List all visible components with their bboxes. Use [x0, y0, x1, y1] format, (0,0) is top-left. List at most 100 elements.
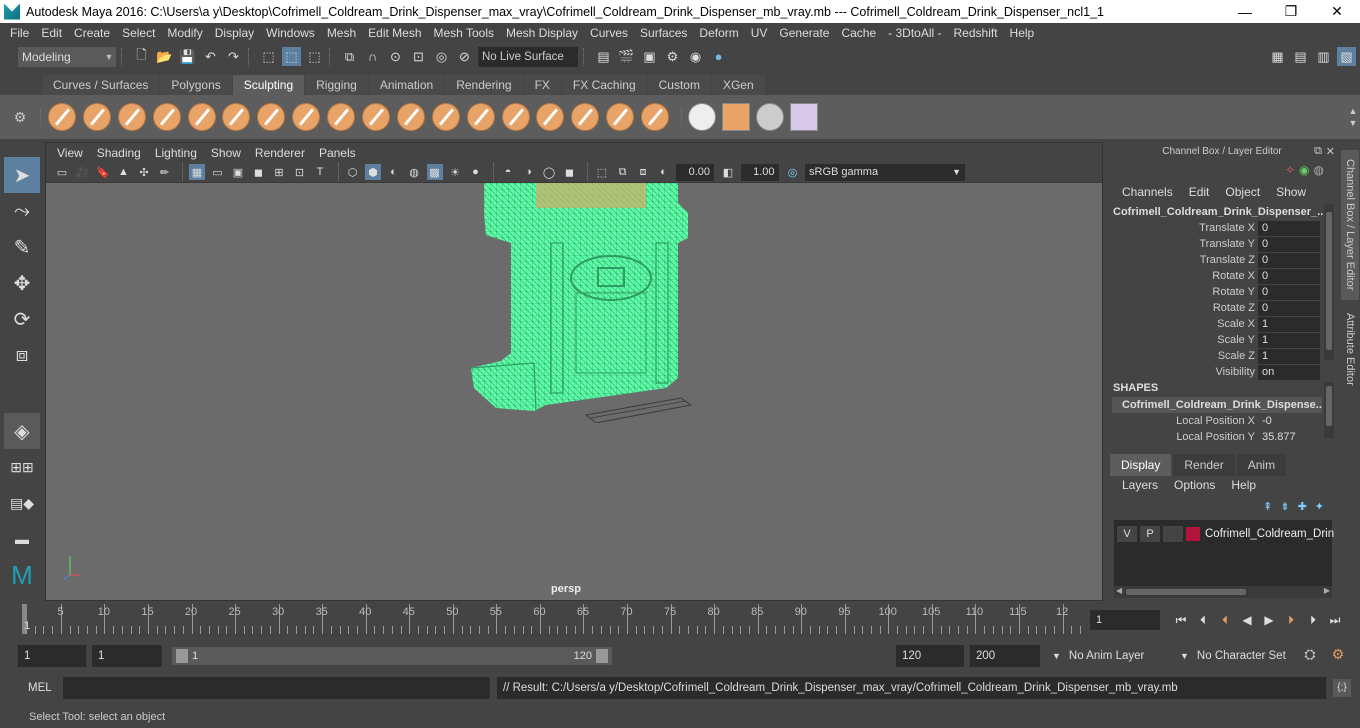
channel-value-field[interactable]: 0 [1258, 220, 1320, 236]
channel-scrollbar[interactable] [1324, 204, 1334, 360]
new-scene-icon[interactable]: 🗋 [132, 47, 151, 66]
snap-view-icon[interactable]: ⊡ [409, 47, 428, 66]
layer-menu-help[interactable]: Help [1223, 478, 1264, 492]
snap-curve-icon[interactable]: ∩ [363, 47, 382, 66]
viewport-menu-view[interactable]: View [50, 146, 90, 160]
channel-value-field[interactable]: 1 [1258, 348, 1320, 364]
channel-value[interactable]: 35.877 [1258, 431, 1320, 443]
rotate-tool-icon[interactable]: ⟳ [4, 301, 40, 337]
render-frame-icon[interactable]: 🎬 [617, 47, 636, 66]
speed-icon[interactable]: ◉ [1299, 163, 1309, 177]
shape-name[interactable]: Cofrimell_Coldream_Drink_Dispense... [1112, 397, 1322, 413]
channel-menu-channels[interactable]: Channels [1114, 185, 1181, 199]
gamma-field[interactable]: 1.00 [740, 163, 779, 181]
toggle-channel-box-icon[interactable]: ▧ [1337, 47, 1356, 66]
viewport-menu-renderer[interactable]: Renderer [248, 146, 312, 160]
snap-live-icon[interactable]: ⊘ [455, 47, 474, 66]
menu-windows[interactable]: Windows [260, 26, 321, 40]
repeat-tool-icon[interactable] [327, 103, 356, 131]
step-forward-key-icon[interactable]: ⏵ [1280, 610, 1302, 630]
menu-mesh-tools[interactable]: Mesh Tools [428, 26, 500, 40]
menu-display[interactable]: Display [209, 26, 260, 40]
channel-value-field[interactable]: 1 [1258, 332, 1320, 348]
playback-start-field[interactable]: 1 [92, 645, 162, 667]
command-input[interactable] [63, 677, 490, 699]
channel-value-field[interactable]: 1 [1258, 316, 1320, 332]
dispenser-wireframe-mesh[interactable] [466, 183, 726, 423]
xray-icon[interactable]: ◍ [406, 164, 422, 180]
relax-tool-icon[interactable] [117, 103, 146, 131]
knife-tool-icon[interactable] [501, 103, 530, 131]
scroll-left-icon[interactable]: ◀ [1116, 586, 1122, 595]
scrape-tool-icon[interactable] [431, 103, 460, 131]
render-history-icon[interactable]: ▤ [594, 47, 613, 66]
xray-joints-icon[interactable]: ⧉ [615, 164, 631, 180]
menu-edit-mesh[interactable]: Edit Mesh [362, 26, 427, 40]
channel-menu-edit[interactable]: Edit [1181, 185, 1218, 199]
uv-layout-icon[interactable] [722, 103, 751, 131]
shape-channel-row-local-position-x[interactable]: Local Position X -0 [1106, 413, 1324, 429]
menu-mesh-display[interactable]: Mesh Display [500, 26, 584, 40]
animation-end-field[interactable]: 200 [970, 645, 1040, 667]
render-settings-icon[interactable]: ⚙ [663, 47, 682, 66]
play-backwards-icon[interactable]: ◀ [1236, 610, 1258, 630]
select-tool-icon[interactable]: ➤ [4, 157, 40, 193]
viewport-panel[interactable]: View Shading Lighting Show Renderer Panels ▭ … [45, 142, 1103, 601]
viewport-menu-shading[interactable]: Shading [90, 146, 148, 160]
ambient-occlusion-icon[interactable]: ◓ [500, 164, 516, 180]
four-view-icon[interactable]: ⊞⊞ [4, 449, 40, 485]
shelf-tab-polygons[interactable]: Polygons [160, 75, 232, 95]
channel-row-translate-z[interactable]: Translate Z0 [1106, 252, 1324, 268]
play-forwards-icon[interactable]: ▶ [1258, 610, 1280, 630]
color-management-icon[interactable]: ◎ [785, 164, 801, 180]
motion-blur-icon[interactable]: ◑ [521, 164, 537, 180]
layer-hscrollbar[interactable]: ◀ ▶ [1114, 586, 1332, 598]
channel-row-rotate-y[interactable]: Rotate Y0 [1106, 284, 1324, 300]
step-forward-icon[interactable]: ⏵ [1302, 610, 1324, 630]
shelf-tab-fx-caching[interactable]: FX Caching [561, 75, 647, 95]
step-back-key-icon[interactable]: ⏴ [1214, 610, 1236, 630]
shape-channel-row-local-position-y[interactable]: Local Position Y 35.877 [1106, 429, 1324, 445]
select-hierarchy-icon[interactable]: ⬚ [259, 47, 278, 66]
channel-value-field[interactable]: 0 [1258, 284, 1320, 300]
pinch-tool-icon[interactable] [187, 103, 216, 131]
select-camera-icon[interactable]: ▭ [54, 164, 70, 180]
channel-row-translate-x[interactable]: Translate X0 [1106, 220, 1324, 236]
menu-uv[interactable]: UV [745, 26, 774, 40]
channel-row-rotate-z[interactable]: Rotate Z0 [1106, 300, 1324, 316]
move-layer-up-icon[interactable]: ⇞ [1263, 500, 1272, 513]
flatten-tool-icon[interactable] [222, 103, 251, 131]
minimize-button[interactable]: — [1222, 0, 1268, 23]
select-component-icon[interactable]: ⬚ [305, 47, 324, 66]
view-transform-dropdown[interactable]: sRGB gamma ▼ [805, 163, 965, 181]
hypershade-icon[interactable]: ◉ [686, 47, 705, 66]
graph-layout-icon[interactable]: ▬ [4, 521, 40, 557]
depth-of-field-icon[interactable]: ◼ [562, 164, 578, 180]
live-surface-field[interactable]: No Live Surface [478, 46, 578, 67]
amplify-tool-icon[interactable] [606, 103, 635, 131]
snap-surface-icon[interactable]: ◎ [432, 47, 451, 66]
layer-row[interactable]: V P Cofrimell_Coldream_Drin [1117, 525, 1334, 543]
menu-cache[interactable]: Cache [835, 26, 882, 40]
sculpt-tool-icon[interactable] [48, 103, 76, 131]
shelf-tab-rigging[interactable]: Rigging [305, 75, 368, 95]
move-layer-down-icon[interactable]: ⇟ [1280, 500, 1289, 513]
viewport-menu-panels[interactable]: Panels [312, 146, 363, 160]
channel-menu-show[interactable]: Show [1268, 185, 1314, 199]
resolution-gate-icon[interactable]: ▣ [230, 164, 246, 180]
field-chart-icon[interactable]: ⊞ [271, 164, 287, 180]
menu-select[interactable]: Select [116, 26, 161, 40]
channel-row-scale-x[interactable]: Scale X1 [1106, 316, 1324, 332]
grease-pencil-icon[interactable]: ✏ [157, 164, 173, 180]
float-panel-icon[interactable]: ⧉ [1314, 145, 1322, 158]
go-to-start-icon[interactable]: ⏮ [1170, 610, 1192, 630]
shelf-tab-curves-surfaces[interactable]: Curves / Surfaces [42, 75, 160, 95]
redo-icon[interactable]: ↷ [224, 47, 243, 66]
anim-layer-dropdown[interactable]: ▼ No Anim Layer [1044, 645, 1164, 667]
maya-home-icon[interactable]: M [4, 557, 40, 593]
tab-attribute-editor[interactable]: Attribute Editor [1341, 307, 1359, 392]
channel-row-scale-y[interactable]: Scale Y1 [1106, 332, 1324, 348]
menu-mesh[interactable]: Mesh [321, 26, 362, 40]
channel-value-field[interactable]: 0 [1258, 268, 1320, 284]
save-scene-icon[interactable]: 💾 [178, 47, 197, 66]
